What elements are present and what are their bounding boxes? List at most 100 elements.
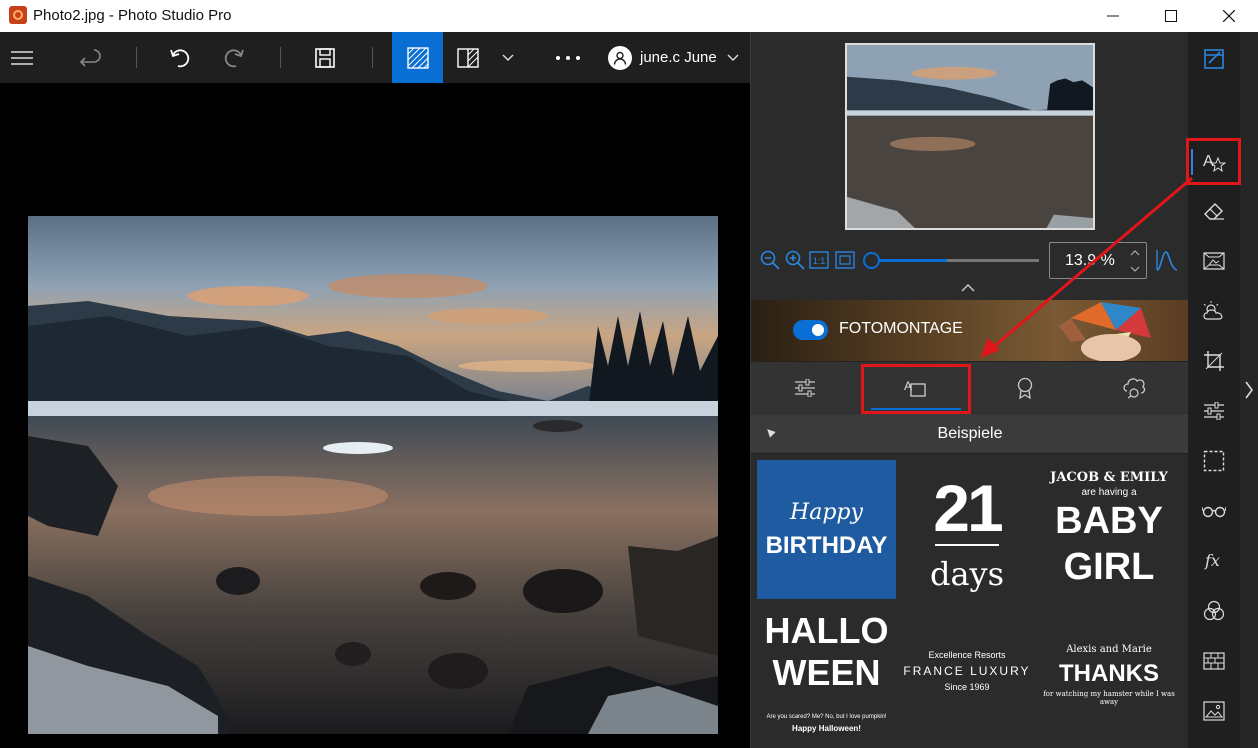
toolbar-separator (136, 47, 137, 68)
template-grid: Happy BIRTHDAY 21 days JACOB & EMILY are… (751, 454, 1189, 748)
sliders-icon (795, 379, 815, 397)
image-icon (1203, 701, 1225, 721)
more-button[interactable] (548, 32, 588, 83)
fotomontage-toggle[interactable] (793, 320, 828, 340)
sliders-icon (1204, 402, 1224, 420)
template-countdown-unit: days (929, 555, 1005, 593)
fit-screen-icon (835, 251, 855, 269)
adjust-button[interactable] (1188, 386, 1240, 436)
color-button[interactable] (1188, 586, 1240, 636)
undo-icon (170, 48, 190, 67)
zoom-slider-handle[interactable] (863, 252, 880, 269)
template-birthday-line1: Happy (790, 500, 863, 525)
section-title: Beispiele (937, 425, 1003, 442)
template-baby-line1: BABY (1055, 500, 1163, 542)
actual-size-icon: 1:1 (809, 251, 829, 269)
image-canvas[interactable] (0, 83, 750, 748)
template-halloween[interactable]: HALLO WEEN Are you scared? Me? No, but I… (757, 604, 896, 748)
template-baby-names: JACOB & EMILY (1050, 470, 1168, 485)
perspective-icon (1203, 252, 1225, 270)
fx-icon: fx (1204, 551, 1220, 570)
image-button[interactable] (1188, 686, 1240, 736)
template-thanks[interactable]: Alexis and Marie THANKS for watching my … (1039, 604, 1179, 748)
user-name: june.c June (640, 49, 717, 66)
zoom-out-button[interactable] (759, 249, 781, 271)
template-halloween-small2: Happy Halloween! (792, 724, 861, 733)
effects-button[interactable]: fx (1188, 536, 1240, 586)
minimize-button[interactable] (1084, 0, 1142, 32)
template-halloween-line2: WEEN (772, 652, 881, 693)
chevron-down-icon (502, 54, 514, 61)
tab-highlight-box (861, 364, 971, 414)
svg-text:fx: fx (1204, 551, 1220, 570)
eraser-icon (1204, 203, 1224, 220)
close-icon (1223, 10, 1235, 22)
template-birthday-line2: BIRTHDAY (765, 532, 888, 559)
single-view-button[interactable] (392, 32, 443, 83)
template-baby-line2: GIRL (1063, 546, 1155, 588)
texture-button[interactable] (1188, 636, 1240, 686)
menu-button[interactable] (5, 32, 39, 83)
revert-button[interactable] (74, 32, 108, 83)
redo-icon (224, 48, 244, 67)
chevron-right-icon (1245, 381, 1253, 399)
annotation-arrow (980, 176, 1193, 358)
app-logo-icon (9, 6, 27, 24)
template-halloween-small: Are you scared? Me? No, but I love pumpk… (766, 714, 887, 720)
user-account-button[interactable]: june.c June (608, 32, 744, 83)
glasses-icon (1202, 506, 1226, 518)
tab-adjustments[interactable] (755, 362, 855, 414)
template-thanks-main: THANKS (1059, 660, 1159, 687)
hamburger-icon (11, 50, 33, 65)
template-luxury[interactable]: Excellence Resorts FRANCE LUXURY Since 1… (899, 604, 1035, 748)
main-toolbar: june.c June (0, 32, 750, 83)
template-birthday[interactable]: Happy BIRTHDAY (757, 460, 896, 599)
save-button[interactable] (308, 32, 342, 83)
template-baby-girl[interactable]: JACOB & EMILY are having a BABY GIRL (1039, 460, 1179, 599)
right-panel: 1:1 13.9 % FOTOMONTAGE A Beispiele Happy… (750, 32, 1189, 748)
crop-icon (1204, 351, 1224, 371)
window-title: Photo2.jpg - Photo Studio Pro (33, 7, 232, 24)
split-view-icon (457, 47, 479, 68)
color-circles-icon (1203, 600, 1225, 621)
marquee-select-icon (1203, 450, 1225, 472)
badge-icon (1017, 377, 1033, 399)
template-thanks-bottom: for watching my hamster while I was away (1043, 690, 1175, 706)
user-icon (613, 51, 627, 65)
minimize-icon (1107, 15, 1119, 17)
template-countdown[interactable]: 21 days (903, 460, 1031, 599)
toolbar-separator (280, 47, 281, 68)
selection-button[interactable] (1188, 436, 1240, 486)
expand-panel-button[interactable] (1240, 32, 1258, 748)
avatar (608, 45, 632, 70)
section-header[interactable]: Beispiele (751, 414, 1189, 454)
maximize-icon (1165, 10, 1177, 22)
fit-to-screen-button[interactable] (835, 251, 855, 269)
title-bar: Photo2.jpg - Photo Studio Pro (0, 0, 1258, 32)
template-countdown-number: 21 (933, 471, 1003, 545)
zoom-in-button[interactable] (784, 249, 806, 271)
maximize-button[interactable] (1142, 0, 1200, 32)
sun-cloud-icon (1203, 301, 1223, 320)
undo-button[interactable] (164, 32, 198, 83)
actual-size-button[interactable]: 1:1 (809, 251, 829, 269)
template-luxury-top: Excellence Resorts (928, 650, 1006, 660)
redo-button[interactable] (216, 32, 250, 83)
main-photo[interactable] (28, 216, 718, 734)
compare-view-button[interactable] (454, 32, 482, 83)
view-options-dropdown[interactable] (498, 32, 518, 83)
edit-pencil-icon (1204, 49, 1224, 69)
edit-button[interactable] (1188, 34, 1240, 84)
save-icon (315, 47, 335, 68)
template-thanks-names: Alexis and Marie (1066, 644, 1152, 655)
chevron-down-icon (727, 54, 739, 61)
revert-icon (80, 48, 101, 67)
template-countdown-rule (935, 544, 999, 546)
red-eye-button[interactable] (1188, 486, 1240, 536)
toolbar-separator (372, 47, 373, 68)
template-luxury-main: FRANCE LUXURY (903, 664, 1031, 678)
fotomontage-label: FOTOMONTAGE (839, 320, 963, 337)
close-button[interactable] (1200, 0, 1258, 32)
clipart-icon (1123, 378, 1146, 399)
hatch-view-icon (406, 46, 429, 69)
